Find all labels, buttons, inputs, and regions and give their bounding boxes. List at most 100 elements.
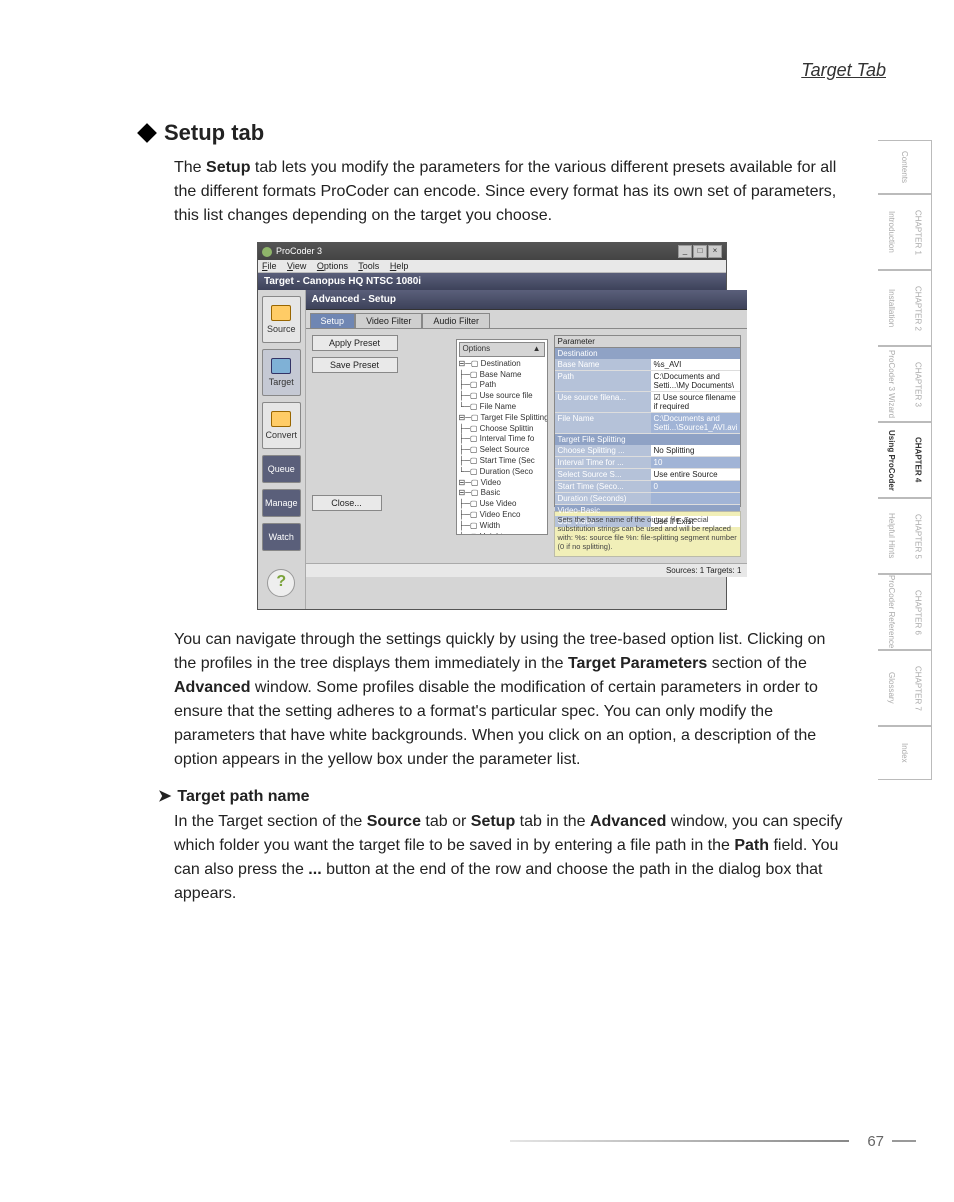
footer-rule [510,1140,849,1142]
menu-bar: File View Options Tools Help [258,260,726,273]
tree-node[interactable]: ├─▢ Height [459,532,545,535]
tree-node[interactable]: └─▢ File Name [459,402,545,413]
menu-help[interactable]: Help [390,261,409,271]
options-tree[interactable]: Options ▲ ⊟─▢ Destination ├─▢ Base Name ├… [456,339,548,535]
bold-text: ... [308,861,321,878]
tree-node[interactable]: ├─▢ Interval Time fo [459,434,545,445]
folder-icon [271,305,291,321]
tree-node[interactable]: ⊟─▢ Video [459,478,545,489]
subsection-title: Target path name [177,788,309,805]
bold-text: Setup [206,159,250,176]
tab-chapter-4[interactable]: Using ProCoderCHAPTER 4 [878,422,932,498]
tree-node[interactable]: ├─▢ Base Name [459,370,545,381]
section-heading: Setup tab [140,120,844,146]
param-value[interactable]: Use entire Source [651,469,741,480]
close-button[interactable]: Close... [312,495,382,511]
target-subtitle: Target - Canopus HQ NTSC 1080i [258,273,726,290]
menu-file[interactable]: File [262,261,277,271]
side-source[interactable]: Source [262,296,301,343]
bold-text: Advanced [174,679,250,696]
target-icon [271,358,291,374]
app-icon [262,247,272,257]
tab-chapter-2[interactable]: InstallationCHAPTER 2 [878,270,932,346]
param-value[interactable] [651,493,741,504]
param-value[interactable]: C:\Documents and Setti...\My Documents\ [651,371,741,391]
tab-setup[interactable]: Setup [310,313,356,328]
tab-chapter-5[interactable]: Helpful HintsCHAPTER 5 [878,498,932,574]
tab-contents[interactable]: Contents [878,140,932,194]
bold-text: Path [734,837,769,854]
param-key: Duration (Seconds) [555,493,651,504]
param-key: Start Time (Seco... [555,481,651,492]
tab-chapter-1[interactable]: IntroductionCHAPTER 1 [878,194,932,270]
close-window-button[interactable]: × [708,245,722,258]
save-preset-button[interactable]: Save Preset [312,357,398,373]
arrow-icon: ➤ [158,788,171,805]
tab-audio-filter[interactable]: Audio Filter [422,313,490,328]
minimize-button[interactable]: _ [678,245,692,258]
param-value[interactable]: 10 [651,457,741,468]
param-header: Parameter [555,336,741,348]
bold-text: Target Parameters [568,655,707,672]
section-heading-text: Setup tab [164,120,264,145]
page-header-title: Target Tab [801,60,886,81]
tab-chapter-3[interactable]: ProCoder 3 WizardCHAPTER 3 [878,346,932,422]
param-key: Path [555,371,651,391]
param-value[interactable]: ☑ Use source filename if required [651,392,741,412]
tab-chapter-6[interactable]: ProCoder ReferenceCHAPTER 6 [878,574,932,650]
tab-chapter-7[interactable]: GlossaryCHAPTER 7 [878,650,932,726]
text: tab in the [515,813,590,830]
body-paragraph-2: You can navigate through the settings qu… [140,628,844,772]
app-screenshot: ProCoder 3 _□× File View Options Tools H… [257,242,727,610]
side-target[interactable]: Target [262,349,301,396]
text: section of the [707,655,807,672]
maximize-button[interactable]: □ [693,245,707,258]
tree-header: Options [463,344,491,355]
tree-node[interactable]: └─▢ Duration (Seco [459,467,545,478]
side-watch[interactable]: Watch [262,523,301,551]
param-value[interactable]: No Splitting [651,445,741,456]
side-nav: Source Target Convert Queue Manage Watch… [258,290,306,609]
scroll-up-icon[interactable]: ▲ [533,344,541,355]
tree-node[interactable]: ├─▢ Use Video [459,499,545,510]
tab-index[interactable]: Index [878,726,932,780]
tree-node[interactable]: ├─▢ Start Time (Sec [459,456,545,467]
side-manage[interactable]: Manage [262,489,301,517]
param-value[interactable]: C:\Documents and Setti...\Source1_AVI.av… [651,413,741,433]
bold-text: Setup [471,813,515,830]
tree-node[interactable]: ├─▢ Path [459,380,545,391]
apply-preset-button[interactable]: Apply Preset [312,335,398,351]
tree-node[interactable]: ├─▢ Width [459,521,545,532]
tab-bar: SetupVideo FilterAudio Filter [306,310,748,328]
text: window. Some profiles disable the modifi… [174,679,818,768]
side-queue[interactable]: Queue [262,455,301,483]
tree-node[interactable]: ⊟─▢ Target File Splitting [459,413,545,424]
menu-tools[interactable]: Tools [358,261,379,271]
window-title: ProCoder 3 [262,246,322,257]
menu-options[interactable]: Options [317,261,348,271]
tree-node[interactable]: ├─▢ Use source file [459,391,545,402]
tab-video-filter[interactable]: Video Filter [355,313,422,328]
subsection-heading: ➤ Target path name [140,786,844,806]
param-value[interactable]: %s_AVI [651,359,741,370]
tree-node[interactable]: ├─▢ Choose Splittin [459,424,545,435]
param-key: Base Name [555,359,651,370]
body-paragraph-3: In the Target section of the Source tab … [140,810,844,906]
status-bar: Sources: 1 Targets: 1 [306,563,748,577]
tree-node[interactable]: ├─▢ Select Source [459,445,545,456]
param-key: Select Source S... [555,469,651,480]
tree-node[interactable]: ├─▢ Video Enco [459,510,545,521]
text: tab lets you modify the parameters for t… [174,159,836,224]
menu-view[interactable]: View [287,261,306,271]
param-value[interactable]: 0 [651,481,741,492]
text: tab or [421,813,471,830]
hex-bullet-icon [137,123,157,143]
tree-node[interactable]: ⊟─▢ Destination [459,359,545,370]
tree-node[interactable]: ⊟─▢ Basic [459,488,545,499]
param-key: Use source filena... [555,392,651,412]
help-icon[interactable]: ? [267,569,295,597]
side-convert[interactable]: Convert [262,402,301,449]
param-key: Choose Splitting ... [555,445,651,456]
folder-icon [271,411,291,427]
param-section: Target File Splitting [555,434,741,445]
